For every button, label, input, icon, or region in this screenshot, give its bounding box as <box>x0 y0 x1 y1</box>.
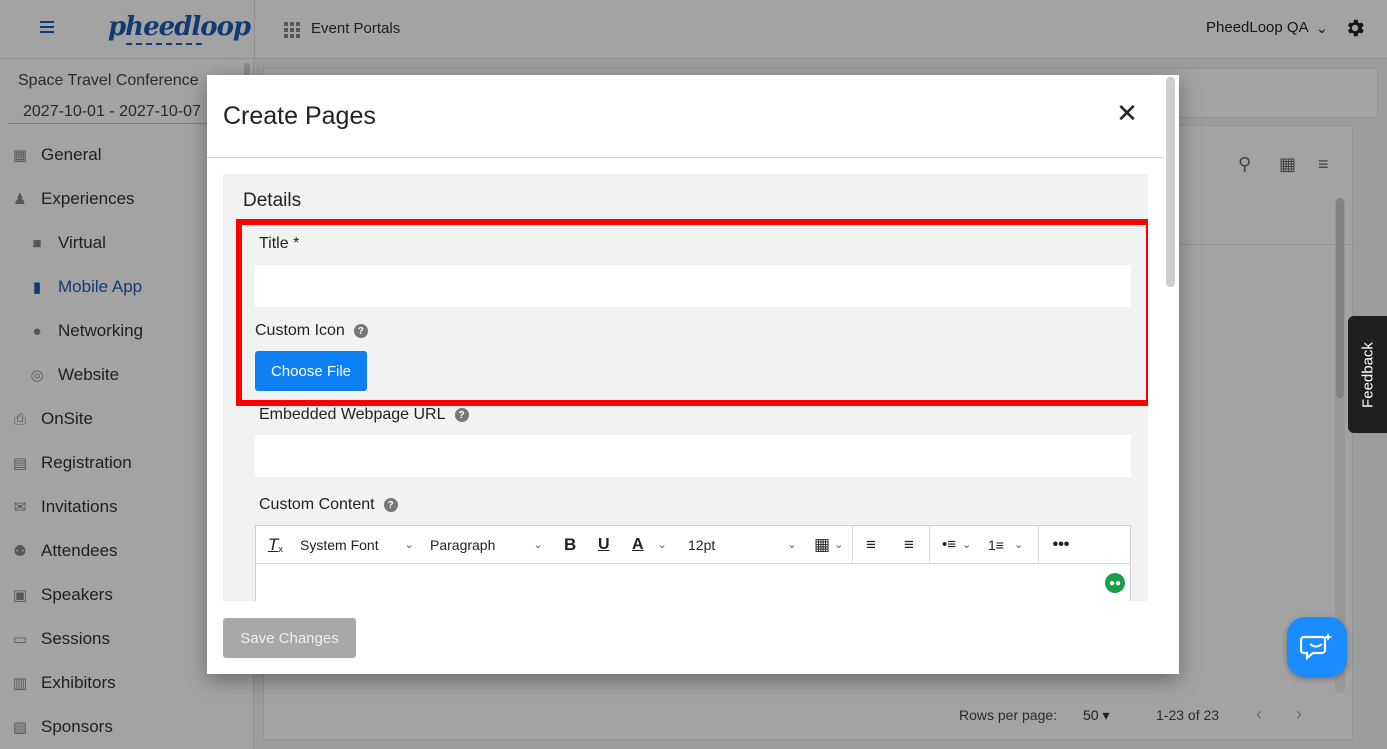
text-color-icon[interactable]: A ⌄ <box>632 526 680 564</box>
assistant-bot-icon[interactable]: ●● <box>1105 573 1125 593</box>
more-options-icon[interactable]: ••• <box>1039 526 1083 564</box>
feedback-tab[interactable]: Feedback <box>1348 316 1387 433</box>
underline-icon[interactable]: U <box>598 526 632 564</box>
modal-title: Create Pages <box>223 102 376 130</box>
save-changes-button[interactable]: Save Changes <box>223 618 356 658</box>
highlight-box <box>236 219 1148 406</box>
help-icon[interactable]: ? <box>454 408 469 422</box>
embedded-url-label: Embedded Webpage URL ? <box>259 406 469 424</box>
create-pages-modal: Create Pages ✕ Details Title * Custom Ic… <box>207 75 1179 674</box>
help-icon[interactable]: ? <box>383 498 398 512</box>
chat-bubble-icon <box>1300 633 1332 661</box>
modal-footer: Save Changes <box>207 601 1164 674</box>
details-section: Details Title * Custom Icon ? Choose Fil… <box>223 174 1148 601</box>
block-format-select[interactable]: Paragraph ⌄ <box>428 526 564 564</box>
numbered-list-icon[interactable]: 1≡ ⌄ <box>982 526 1038 564</box>
bold-icon[interactable]: B <box>564 526 598 564</box>
rich-text-editor[interactable]: Tx System Font ⌄ Paragraph ⌄ B U A ⌄ 12pt ⌄ … <box>255 525 1131 601</box>
font-family-select[interactable]: System Font ⌄ <box>300 526 428 564</box>
chat-support-button[interactable] <box>1287 617 1347 677</box>
close-icon[interactable]: ✕ <box>1113 98 1141 128</box>
font-size-select[interactable]: 12pt ⌄ <box>680 526 806 564</box>
bullet-list-icon[interactable]: •≡ ⌄ <box>930 526 982 564</box>
clear-formatting-icon[interactable]: Tx <box>256 526 300 564</box>
custom-content-label: Custom Content ? <box>259 496 398 514</box>
table-icon[interactable]: ▦ ⌄ <box>806 526 852 564</box>
align-center-icon[interactable]: ≡ <box>889 526 929 564</box>
modal-scrollbar[interactable] <box>1166 77 1175 287</box>
details-heading: Details <box>243 190 302 211</box>
align-left-icon[interactable]: ≡ <box>853 526 889 564</box>
modal-header: Create Pages ✕ <box>207 75 1164 158</box>
editor-toolbar: Tx System Font ⌄ Paragraph ⌄ B U A ⌄ 12pt ⌄ … <box>256 525 1130 564</box>
embedded-url-input[interactable] <box>255 435 1131 477</box>
